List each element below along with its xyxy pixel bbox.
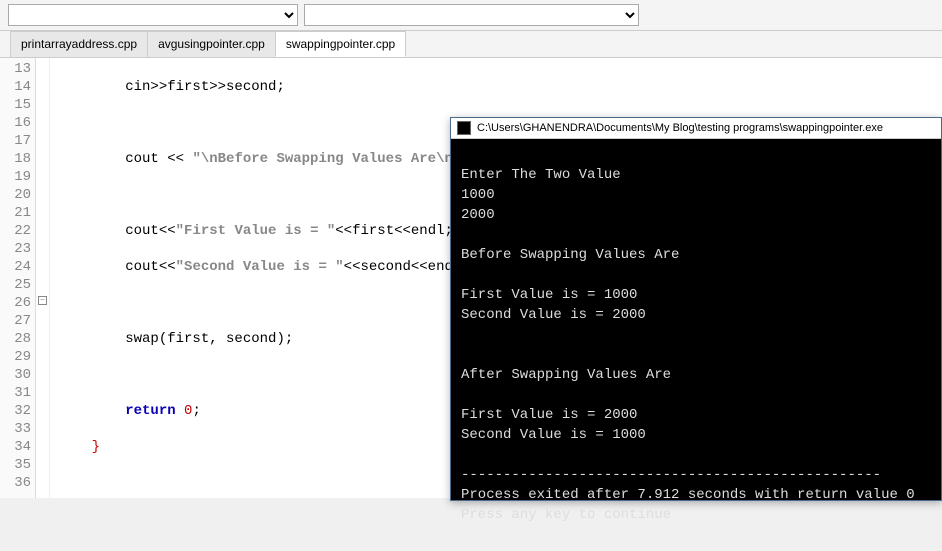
code-text: cout <<	[125, 151, 192, 167]
line-number: 15	[4, 96, 31, 114]
line-number: 22	[4, 222, 31, 240]
line-number: 21	[4, 204, 31, 222]
line-number-gutter: 13 14 15 16 17 18 19 20 21 22 23 24 25 2…	[0, 58, 36, 498]
console-title: C:\Users\GHANENDRA\Documents\My Blog\tes…	[477, 122, 883, 134]
console-line: First Value is = 1000	[461, 287, 637, 303]
line-number: 29	[4, 348, 31, 366]
line-number: 32	[4, 402, 31, 420]
console-divider: ----------------------------------------…	[461, 467, 881, 483]
line-number: 34	[4, 438, 31, 456]
symbol-select[interactable]	[304, 4, 639, 26]
line-number: 16	[4, 114, 31, 132]
string-literal: "First Value is = "	[176, 223, 336, 239]
line-number: 25	[4, 276, 31, 294]
code-text: cout<<	[125, 259, 175, 275]
console-line: Enter The Two Value	[461, 167, 621, 183]
line-number: 35	[4, 456, 31, 474]
console-line: 1000	[461, 187, 495, 203]
line-number: 20	[4, 186, 31, 204]
line-number: 24	[4, 258, 31, 276]
code-text: cout<<	[125, 223, 175, 239]
console-line: Second Value is = 1000	[461, 427, 646, 443]
tab-swappingpointer[interactable]: swappingpointer.cpp	[275, 31, 406, 57]
line-number: 19	[4, 168, 31, 186]
line-number: 26	[4, 294, 31, 312]
console-line: Before Swapping Values Are	[461, 247, 679, 263]
console-titlebar[interactable]: C:\Users\GHANENDRA\Documents\My Blog\tes…	[451, 118, 941, 139]
line-number: 27	[4, 312, 31, 330]
console-line: 2000	[461, 207, 495, 223]
line-number: 13	[4, 60, 31, 78]
console-icon	[457, 121, 471, 135]
code-text: ;	[192, 403, 200, 419]
line-number: 30	[4, 366, 31, 384]
fold-gutter: −	[36, 58, 50, 498]
line-number: 23	[4, 240, 31, 258]
console-window[interactable]: C:\Users\GHANENDRA\Documents\My Blog\tes…	[450, 117, 942, 501]
code-text: <<first<<endl;	[335, 223, 453, 239]
number-literal: 0	[176, 403, 193, 419]
line-number: 14	[4, 78, 31, 96]
tab-printarrayaddress[interactable]: printarrayaddress.cpp	[10, 31, 148, 57]
string-literal: "Second Value is = "	[176, 259, 344, 275]
toolbar	[0, 0, 942, 31]
line-number: 33	[4, 420, 31, 438]
console-output: Enter The Two Value 1000 2000 Before Swa…	[451, 139, 941, 551]
scope-select[interactable]	[8, 4, 298, 26]
keyword: return	[125, 403, 175, 419]
line-number: 36	[4, 474, 31, 492]
console-line: Second Value is = 2000	[461, 307, 646, 323]
line-number: 31	[4, 384, 31, 402]
brace: }	[92, 439, 100, 455]
console-line: Press any key to continue	[461, 507, 671, 523]
string-literal: "\nBefore Swapping Values Are\n"	[192, 151, 461, 167]
tab-bar: printarrayaddress.cpp avgusingpointer.cp…	[0, 31, 942, 58]
line-number: 28	[4, 330, 31, 348]
line-number: 18	[4, 150, 31, 168]
tab-avgusingpointer[interactable]: avgusingpointer.cpp	[147, 31, 276, 57]
code-text: cin>>first>>second;	[125, 79, 285, 95]
fold-toggle-icon[interactable]: −	[38, 296, 47, 305]
line-number: 17	[4, 132, 31, 150]
console-line: After Swapping Values Are	[461, 367, 671, 383]
code-text: swap(first, second);	[125, 331, 293, 347]
console-line: First Value is = 2000	[461, 407, 637, 423]
